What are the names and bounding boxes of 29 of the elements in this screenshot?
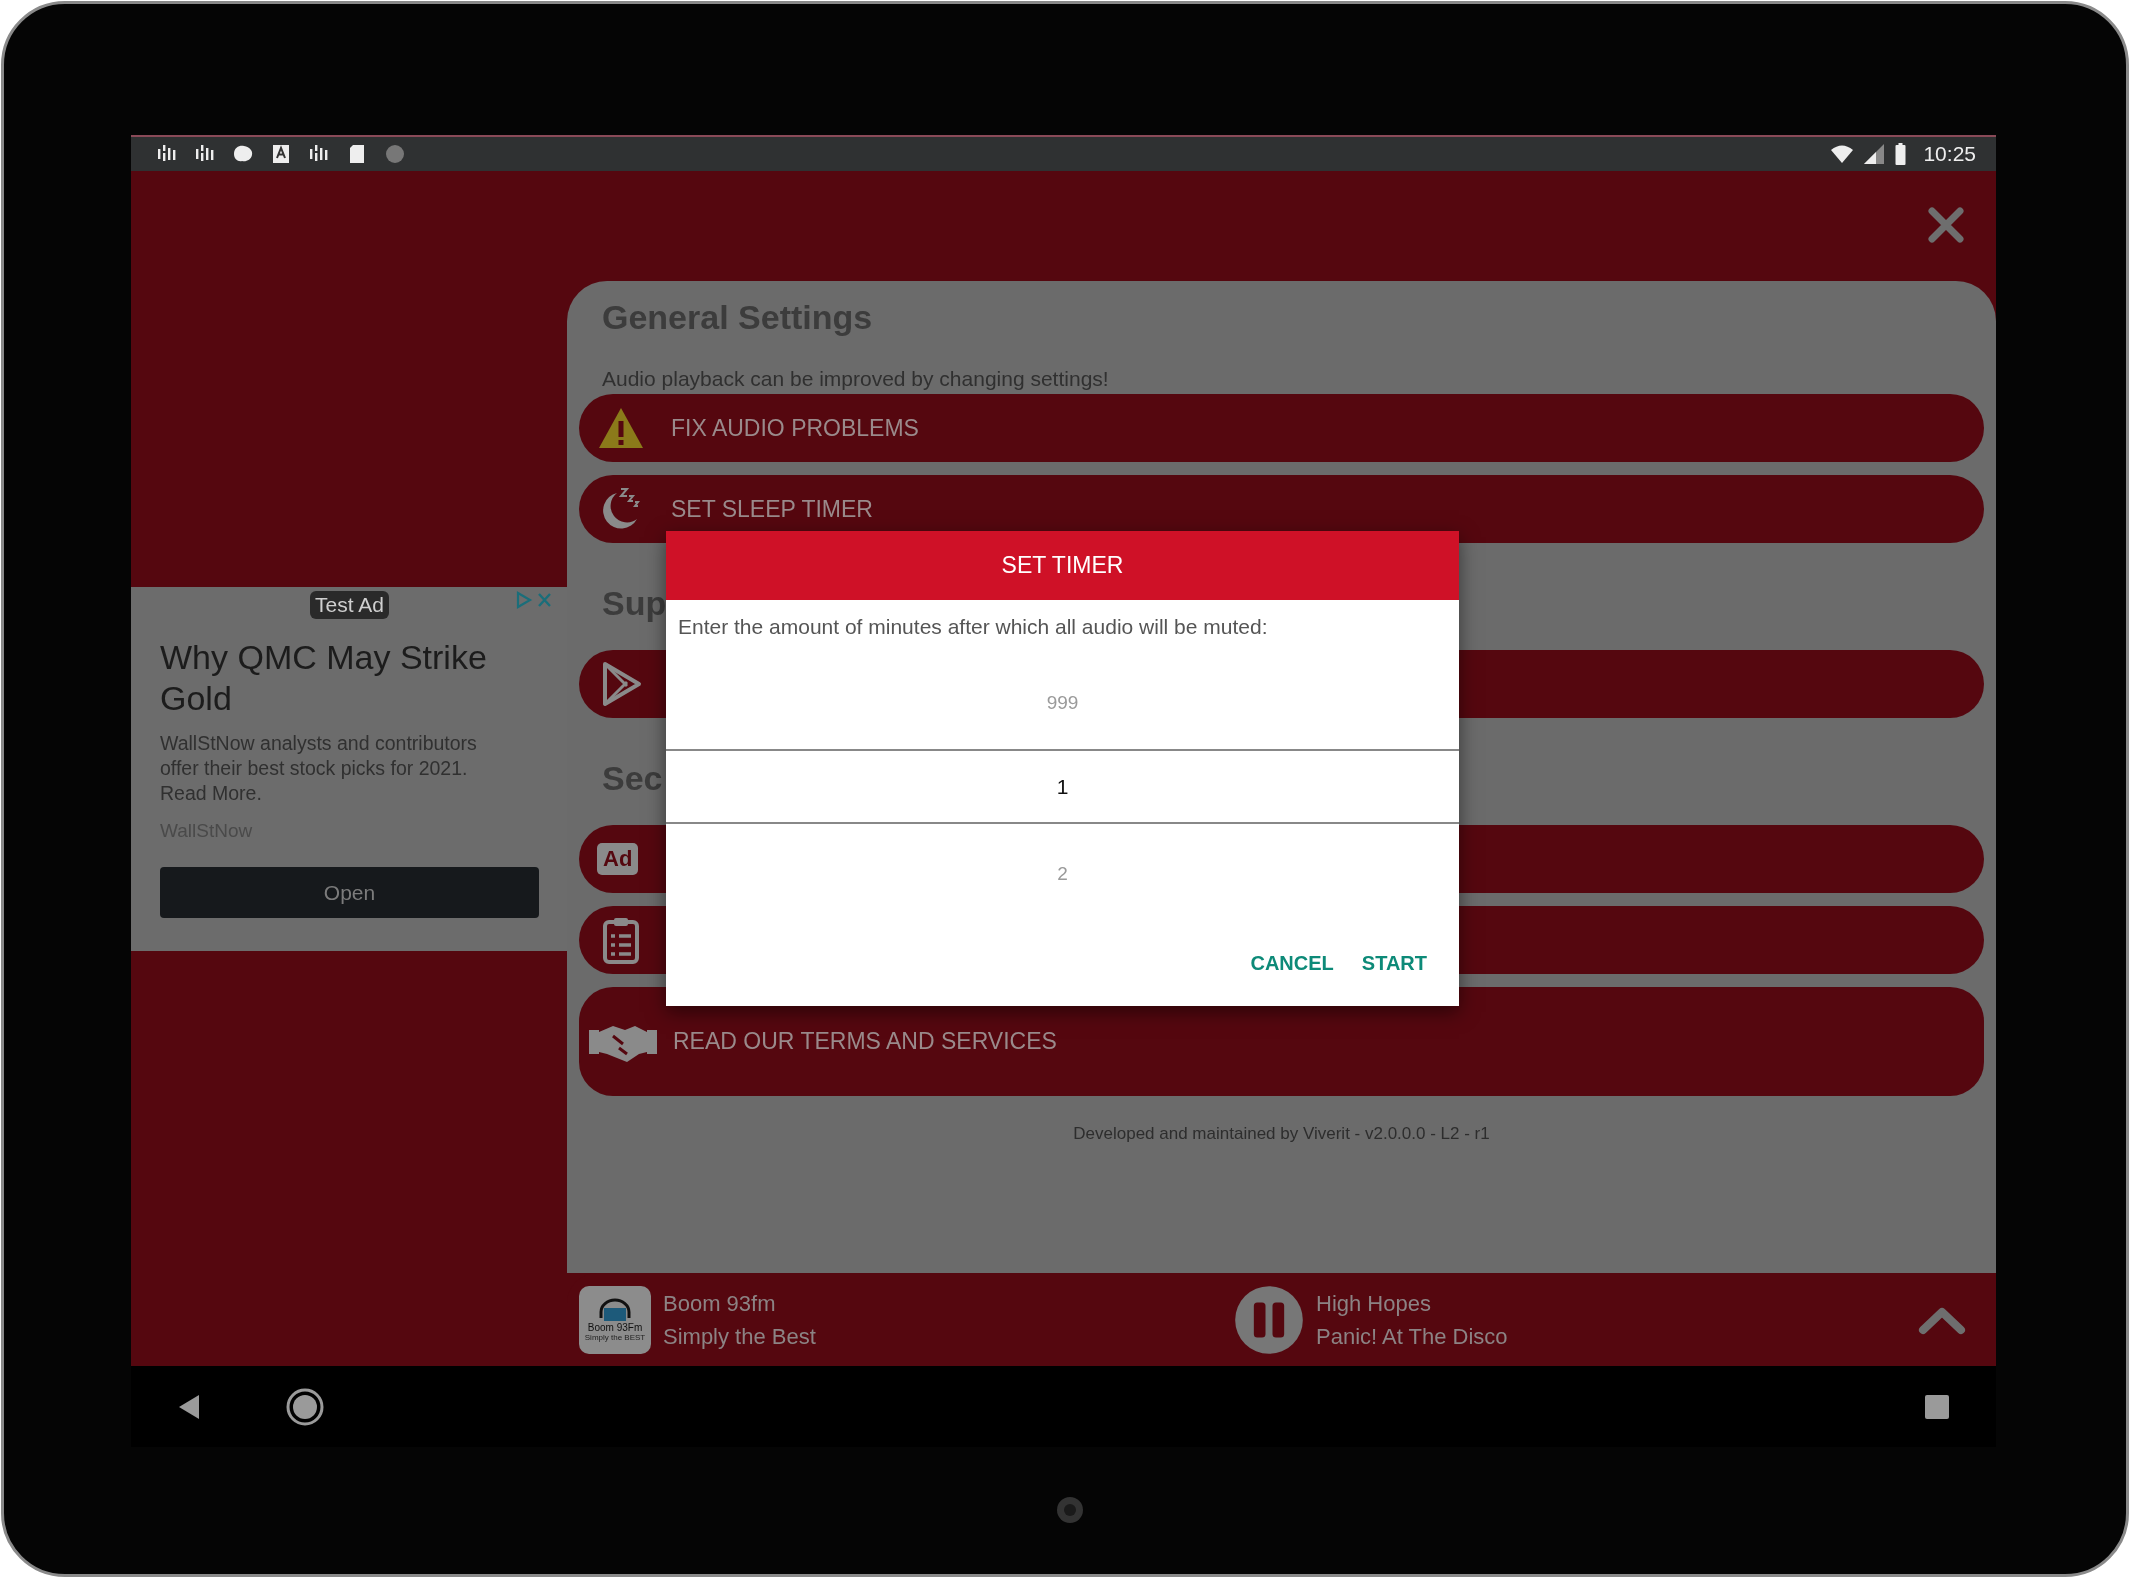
settings-row-button[interactable]: FIX AUDIO PROBLEMS (579, 394, 1984, 462)
dialog-button[interactable]: CANCEL (1240, 944, 1344, 983)
pause-icon[interactable] (1234, 1284, 1304, 1355)
track-artist: Panic! At The Disco (1316, 1322, 1508, 1351)
settings-subtitle: Audio playback can be improved by changing settings! (601, 366, 1110, 392)
ad-icon: Ad (597, 843, 639, 875)
picker-value[interactable]: 1 (666, 749, 1459, 824)
track-title: High Hopes (1316, 1289, 1432, 1318)
clock-time: 10:25 (1923, 142, 1976, 166)
signal-icon (1862, 142, 1887, 166)
ad-headline[interactable]: Why QMC May Strike Gold (160, 637, 539, 719)
open-button[interactable]: Open (160, 867, 539, 918)
dialog-button[interactable]: START (1351, 944, 1437, 983)
camera-icon (1055, 1495, 1085, 1525)
ad-body-text: WallStNow analysts and contributors offer their best stock picks for 2021. Read More. (160, 731, 478, 806)
station-logo[interactable]: Boom 93Fm Simply the BEST (579, 1285, 651, 1354)
dialog-title: SET TIMER (1001, 552, 1124, 579)
picker-value[interactable]: 2 (666, 824, 1459, 924)
home-icon[interactable] (285, 1386, 325, 1427)
version-footer: Developed and maintained by Viverit - v2.0.0.0 - L2 - r1 (579, 1124, 1984, 1144)
close-icon[interactable] (1926, 205, 1966, 245)
picker-value[interactable]: 999 (666, 656, 1459, 749)
station-slogan: Simply the Best (663, 1322, 817, 1351)
battery-icon (1894, 142, 1908, 166)
settings-row-button[interactable]: SET SLEEP TIMER (579, 475, 1984, 543)
dialog-message: Enter the amount of minutes after which all audio will be muted: (677, 614, 1269, 640)
test-ad-label: Test Ad (310, 591, 389, 619)
settings-row-button[interactable]: READ OUR TERMS AND SERVICES (579, 987, 1984, 1096)
station-name: Boom 93fm (663, 1289, 777, 1318)
